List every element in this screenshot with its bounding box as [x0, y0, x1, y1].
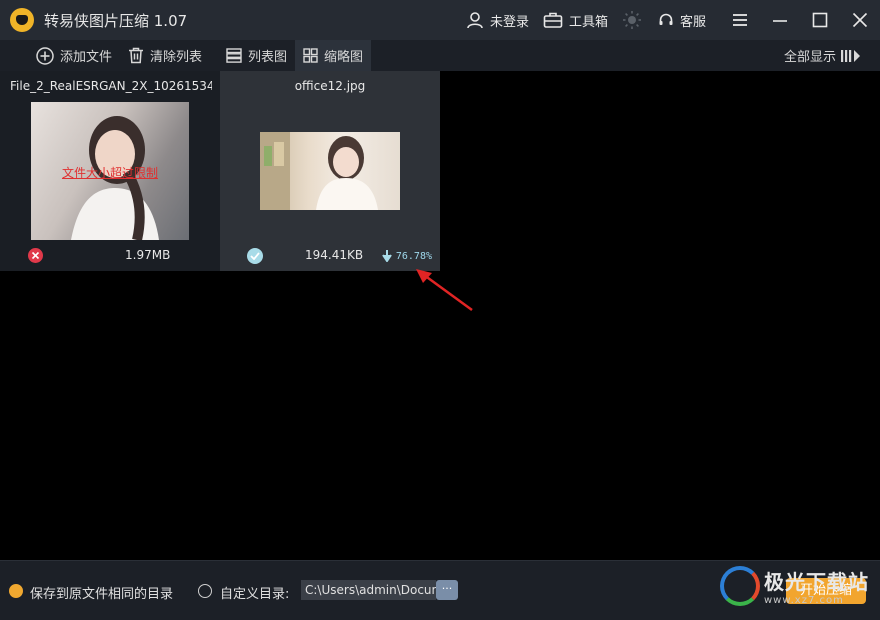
file-card[interactable]: office12.jpg 194.41KB 76.78%	[220, 71, 440, 271]
file-size: 1.97MB	[125, 248, 171, 262]
title-bar-actions: 未登录 工具箱 客服	[466, 0, 880, 40]
trash-icon	[129, 47, 144, 64]
show-all-button[interactable]: 全部显示	[784, 40, 862, 71]
custom-dir-label[interactable]: 自定义目录:	[220, 583, 289, 602]
add-file-button[interactable]: 添加文件	[28, 40, 120, 71]
list-icon	[226, 48, 242, 63]
arrow-down-icon	[382, 250, 392, 262]
app-title: 转易侠图片压缩 1.07	[44, 11, 188, 30]
login-button[interactable]: 未登录	[466, 11, 529, 30]
app-logo-icon	[10, 8, 34, 32]
compression-ratio-value: 76.78%	[395, 250, 432, 262]
maximize-icon	[812, 12, 828, 28]
headset-icon	[659, 13, 673, 25]
watermark-main-text: 极光下载站	[764, 570, 869, 594]
add-file-label: 添加文件	[60, 50, 113, 65]
sun-icon	[622, 11, 641, 29]
file-size: 194.41KB	[305, 248, 364, 262]
toolbox-icon	[543, 12, 563, 28]
browse-button[interactable]: ···	[436, 580, 458, 600]
grid-icon	[303, 48, 318, 63]
clear-list-button[interactable]: 清除列表	[120, 40, 210, 71]
service-button[interactable]: 客服	[658, 11, 706, 30]
file-card-footer: 194.41KB 76.78%	[220, 241, 440, 271]
watermark-text: 极光下载站 www.xz7.com	[764, 566, 869, 606]
custom-dir-radio[interactable]	[198, 584, 212, 598]
output-path-field[interactable]: C:\Users\admin\Docum	[301, 580, 436, 600]
minimize-button[interactable]	[760, 0, 800, 40]
thumbnail-view-button[interactable]: 缩略图	[295, 40, 372, 71]
show-all-label: 全部显示	[783, 50, 836, 65]
annotation-arrow	[416, 269, 473, 312]
service-label: 客服	[679, 14, 706, 30]
compression-ratio: 76.78%	[382, 250, 432, 262]
watermark: 极光下载站 www.xz7.com	[720, 566, 869, 606]
login-label: 未登录	[489, 14, 529, 30]
user-icon	[467, 12, 483, 29]
file-name: File_2_RealESRGAN_2X_10261534...	[10, 79, 212, 93]
menu-button[interactable]	[720, 0, 760, 40]
file-name: office12.jpg	[294, 79, 366, 93]
toolbox-button[interactable]: 工具箱	[543, 11, 608, 30]
save-original-label[interactable]: 保存到原文件相同的目录	[30, 583, 173, 602]
close-icon	[852, 12, 868, 28]
title-bar: 转易侠图片压缩 1.07 未登录 工具箱 客服	[0, 0, 880, 40]
error-icon	[28, 248, 43, 263]
file-card-footer: 1.97MB	[0, 241, 220, 271]
add-circle-icon	[36, 46, 54, 65]
watermark-sub-text: www.xz7.com	[764, 595, 844, 606]
close-button[interactable]	[840, 0, 880, 40]
file-card[interactable]: File_2_RealESRGAN_2X_10261534... 文件大小超过限…	[0, 71, 220, 271]
thumbnail-view-label: 缩略图	[324, 50, 364, 65]
list-view-label: 列表图	[248, 50, 288, 65]
check-icon	[247, 248, 263, 264]
list-view-button[interactable]: 列表图	[218, 40, 295, 71]
toolbar: 添加文件 清除列表 列表图 缩略图 全部显示	[0, 40, 880, 71]
save-original-radio[interactable]	[9, 584, 23, 598]
toolbox-label: 工具箱	[568, 14, 608, 30]
theme-toggle[interactable]	[622, 10, 648, 30]
watermark-logo-icon	[720, 566, 760, 606]
maximize-button[interactable]	[800, 0, 840, 40]
clear-list-label: 清除列表	[150, 50, 203, 65]
expand-bars-icon	[841, 49, 860, 62]
minimize-icon	[773, 20, 787, 22]
file-thumbnail	[260, 132, 400, 210]
hamburger-icon	[733, 14, 747, 26]
file-thumbnail: 文件大小超过限制	[31, 102, 189, 240]
file-error-text: 文件大小超过限制	[61, 166, 158, 180]
